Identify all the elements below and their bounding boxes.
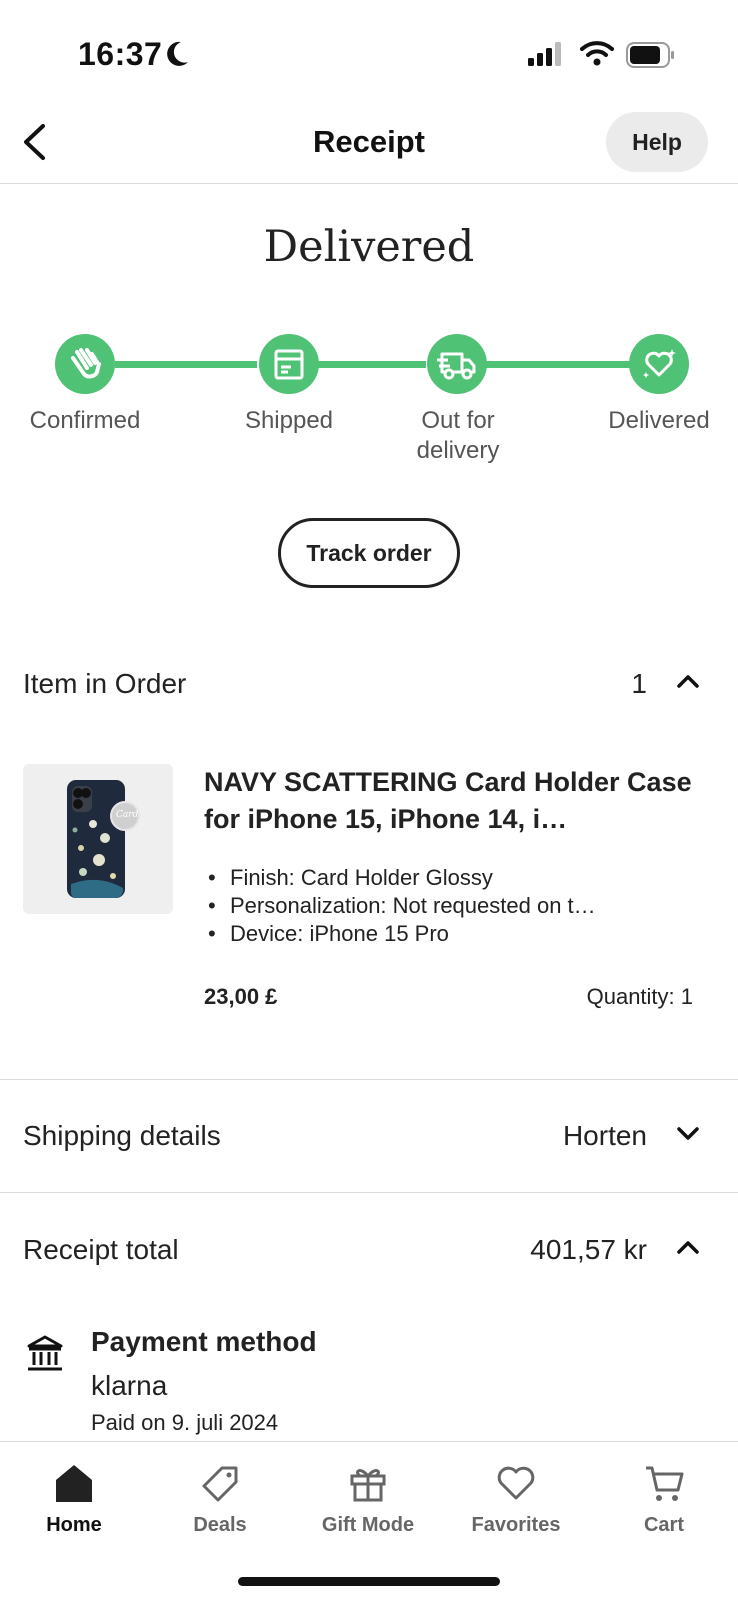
moon-icon bbox=[164, 40, 190, 73]
step-label-shipped: Shipped bbox=[244, 407, 334, 434]
items-count: 1 bbox=[631, 668, 647, 699]
home-indicator bbox=[238, 1577, 500, 1586]
receipt-total-row[interactable]: Receipt total 401,57 kr bbox=[23, 1226, 703, 1276]
help-button[interactable]: Help bbox=[606, 112, 708, 172]
order-progress: Confirmed Shipped Out for delivery Deliv… bbox=[0, 330, 738, 480]
nav-deals[interactable]: Deals bbox=[165, 1460, 275, 1550]
payment-date: Paid on 9. juli 2024 bbox=[91, 1410, 279, 1435]
receipt-total-label: Receipt total bbox=[23, 1234, 179, 1265]
product-price: 23,00 £ bbox=[204, 984, 278, 1009]
items-in-order-row[interactable]: Item in Order 1 bbox=[23, 660, 703, 710]
cart-icon bbox=[646, 1466, 684, 1501]
progress-line bbox=[486, 361, 632, 368]
status-time: 16:37 bbox=[78, 36, 163, 72]
wifi-icon bbox=[580, 40, 614, 71]
signal-icon bbox=[528, 42, 564, 71]
items-label: Item in Order bbox=[23, 668, 187, 699]
nav-gift-mode-label: Gift Mode bbox=[321, 1514, 415, 1536]
shipping-label: Shipping details bbox=[23, 1120, 221, 1151]
receipt-total-value: 401,57 kr bbox=[530, 1234, 647, 1265]
tag-icon bbox=[202, 1466, 238, 1502]
bank-icon bbox=[25, 1334, 65, 1379]
step-confirmed bbox=[55, 334, 115, 394]
nav-cart-label: Cart bbox=[643, 1514, 684, 1536]
hand-wave-icon bbox=[71, 348, 101, 379]
step-out-for-delivery bbox=[427, 334, 487, 394]
nav-gift-mode[interactable]: Gift Mode bbox=[313, 1460, 423, 1550]
nav-deals-label: Deals bbox=[193, 1514, 247, 1536]
image-badge: Card bbox=[116, 810, 139, 820]
nav-favorites-label: Favorites bbox=[471, 1514, 561, 1536]
shipping-value: Horten bbox=[562, 1120, 647, 1151]
shipping-details-row[interactable]: Shipping details Horten bbox=[23, 1112, 703, 1162]
progress-line bbox=[115, 361, 257, 368]
phone-case-image bbox=[67, 780, 140, 898]
payment-method-value: klarna bbox=[91, 1370, 168, 1401]
heart-sparkle-icon bbox=[643, 349, 676, 378]
order-status-title: Delivered bbox=[263, 222, 475, 272]
battery-icon bbox=[626, 42, 676, 73]
spec-personalization: Personalization: Not requested on t… bbox=[208, 892, 688, 920]
heart-icon bbox=[497, 1466, 535, 1500]
nav-home-label: Home bbox=[46, 1514, 102, 1536]
package-icon bbox=[274, 349, 304, 380]
product-specs: Finish: Card Holder Glossy Personalizati… bbox=[208, 864, 688, 948]
spec-device: Device: iPhone 15 Pro bbox=[208, 920, 688, 948]
receipt-header: Receipt Help bbox=[0, 104, 738, 184]
divider bbox=[0, 1192, 738, 1193]
home-icon bbox=[56, 1465, 92, 1502]
step-delivered bbox=[629, 334, 689, 394]
step-label-out-for-delivery: Out for delivery bbox=[416, 407, 500, 464]
bottom-nav: Home Deals Gift Mode Favorites Cart bbox=[0, 1441, 738, 1600]
truck-icon bbox=[437, 352, 476, 380]
step-label-confirmed: Confirmed bbox=[29, 407, 141, 434]
gift-icon bbox=[350, 1469, 386, 1502]
step-shipped bbox=[259, 334, 319, 394]
chevron-up-icon bbox=[675, 666, 701, 701]
product-title[interactable]: NAVY SCATTERING Card Holder Case for iPh… bbox=[204, 764, 694, 838]
nav-home[interactable]: Home bbox=[19, 1460, 129, 1550]
spec-finish: Finish: Card Holder Glossy bbox=[208, 864, 688, 892]
nav-favorites[interactable]: Favorites bbox=[461, 1460, 571, 1550]
status-bar: 16:37 bbox=[0, 0, 738, 100]
product-quantity: Quantity: 1 bbox=[586, 984, 693, 1009]
divider bbox=[0, 1079, 738, 1080]
progress-line bbox=[318, 361, 426, 368]
product-image[interactable]: Card bbox=[23, 764, 173, 914]
nav-cart[interactable]: Cart bbox=[609, 1460, 719, 1550]
track-order-button[interactable]: Track order bbox=[278, 518, 460, 588]
chevron-down-icon bbox=[675, 1118, 701, 1153]
step-label-delivered: Delivered bbox=[608, 407, 710, 434]
chevron-up-icon bbox=[675, 1232, 701, 1267]
payment-method-title: Payment method bbox=[91, 1326, 317, 1357]
